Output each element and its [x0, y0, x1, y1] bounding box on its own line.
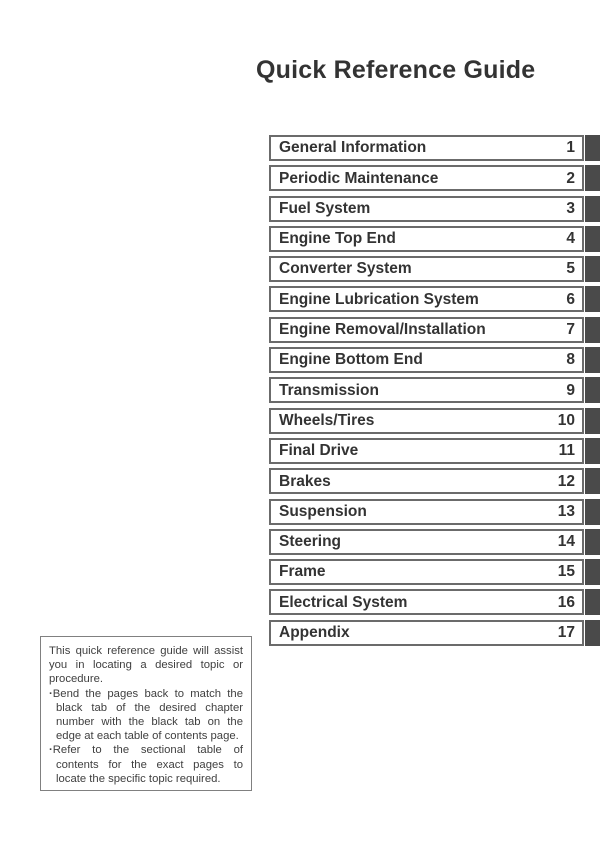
chapter-name: Converter System [279, 260, 412, 278]
chapter-row[interactable]: General Information 1 [269, 135, 600, 161]
chapter-box[interactable]: Transmission 9 [269, 377, 584, 404]
chapter-number: 9 [566, 381, 575, 399]
chapter-table: General Information 1 Periodic Maintenance… [269, 135, 600, 650]
chapter-box[interactable]: Engine Top End 4 [269, 225, 584, 252]
chapter-thumb-tab [585, 528, 600, 555]
chapter-thumb-tab [585, 347, 600, 374]
chapter-number: 2 [566, 169, 575, 187]
chapter-thumb-tab [585, 589, 600, 616]
chapter-row[interactable]: Final Drive 11 [269, 437, 600, 464]
chapter-number: 10 [557, 411, 575, 429]
chapter-name: Transmission [279, 381, 379, 399]
chapter-box[interactable]: Engine Bottom End 8 [269, 347, 584, 374]
chapter-row[interactable]: Engine Bottom End 8 [269, 347, 600, 374]
chapter-number: 4 [566, 230, 575, 248]
usage-note-box: This quick reference guide will assist y… [40, 636, 252, 791]
chapter-box[interactable]: Engine Removal/Installation 7 [269, 316, 584, 343]
chapter-thumb-tab [585, 407, 600, 434]
chapter-row[interactable]: Steering 14 [269, 528, 600, 555]
chapter-thumb-tab [585, 468, 600, 495]
chapter-number: 1 [566, 139, 575, 157]
chapter-row[interactable]: Transmission 9 [269, 377, 600, 404]
note-intro-text: This quick reference guide will assist y… [49, 645, 243, 686]
chapter-name: Fuel System [279, 199, 371, 217]
chapter-row[interactable]: Brakes 12 [269, 468, 600, 495]
chapter-thumb-tab [585, 377, 600, 404]
chapter-name: Appendix [279, 624, 350, 641]
chapter-name: Engine Removal/Installation [279, 321, 486, 339]
chapter-number: 16 [557, 593, 575, 611]
chapter-thumb-tab [585, 559, 600, 586]
chapter-name: Steering [279, 533, 342, 551]
chapter-box[interactable]: Steering 14 [269, 528, 584, 555]
chapter-row[interactable]: Engine Top End 4 [269, 225, 600, 252]
chapter-name: Engine Bottom End [279, 351, 423, 369]
chapter-thumb-tab [585, 195, 600, 222]
chapter-thumb-tab [585, 256, 600, 283]
chapter-row[interactable]: Engine Removal/Installation 7 [269, 316, 600, 343]
chapter-thumb-tab [585, 286, 600, 313]
chapter-box[interactable]: Frame 15 [269, 559, 584, 586]
chapter-name: Electrical System [279, 593, 408, 611]
chapter-row[interactable]: Periodic Maintenance 2 [269, 165, 600, 192]
chapter-box[interactable]: Wheels/Tires 10 [269, 407, 584, 434]
chapter-box[interactable]: Electrical System 16 [269, 589, 584, 616]
chapter-box[interactable]: Suspension 13 [269, 498, 584, 525]
chapter-row[interactable]: Electrical System 16 [269, 589, 600, 616]
chapter-thumb-tab [585, 498, 600, 525]
chapter-number: 12 [557, 472, 575, 490]
chapter-box[interactable]: General Information 1 [269, 135, 584, 161]
chapter-number: 11 [558, 442, 575, 460]
chapter-number: 13 [557, 502, 575, 520]
chapter-number: 5 [566, 260, 575, 278]
chapter-name: Engine Lubrication System [279, 290, 479, 308]
chapter-number: 6 [566, 290, 575, 308]
chapter-row[interactable]: Fuel System 3 [269, 195, 600, 222]
chapter-row[interactable]: Engine Lubrication System 6 [269, 286, 600, 313]
chapter-thumb-tab [585, 619, 600, 646]
chapter-name: Frame [279, 563, 326, 581]
chapter-thumb-tab [585, 165, 600, 192]
chapter-name: Engine Top End [279, 230, 396, 248]
chapter-box[interactable]: Appendix 17 [269, 619, 584, 646]
chapter-row[interactable]: Wheels/Tires 10 [269, 407, 600, 434]
chapter-box[interactable]: Periodic Maintenance 2 [269, 165, 584, 192]
chapter-thumb-tab [585, 135, 600, 161]
chapter-name: General Information [279, 139, 427, 157]
chapter-box[interactable]: Final Drive 11 [269, 437, 584, 464]
chapter-number: 8 [566, 351, 575, 369]
chapter-number: 14 [557, 533, 575, 551]
chapter-name: Brakes [279, 472, 331, 490]
chapter-row[interactable]: Appendix 17 [269, 619, 600, 646]
chapter-thumb-tab [585, 437, 600, 464]
chapter-number: 3 [566, 199, 575, 217]
chapter-number: 17 [557, 624, 575, 641]
note-bullet-text: Bend the pages back to match the black t… [52, 687, 243, 743]
chapter-row[interactable]: Suspension 13 [269, 498, 600, 525]
chapter-name: Wheels/Tires [279, 411, 375, 429]
chapter-name: Final Drive [279, 442, 359, 460]
chapter-name: Periodic Maintenance [279, 169, 439, 187]
chapter-box[interactable]: Brakes 12 [269, 468, 584, 495]
chapter-thumb-tab [585, 225, 600, 252]
note-bullet-item: ·Refer to the sectional table of content… [49, 743, 243, 786]
chapter-row[interactable]: Frame 15 [269, 559, 600, 586]
chapter-number: 15 [557, 563, 575, 581]
chapter-name: Suspension [279, 502, 367, 520]
note-bullet-text: Refer to the sectional table of contents… [52, 744, 243, 785]
page-title: Quick Reference Guide [256, 56, 536, 84]
note-bullet-item: ·Bend the pages back to match the black … [49, 687, 243, 744]
chapter-row[interactable]: Converter System 5 [269, 256, 600, 283]
chapter-number: 7 [566, 321, 575, 339]
chapter-box[interactable]: Converter System 5 [269, 256, 584, 283]
chapter-box[interactable]: Engine Lubrication System 6 [269, 286, 584, 313]
chapter-box[interactable]: Fuel System 3 [269, 195, 584, 222]
chapter-thumb-tab [585, 316, 600, 343]
